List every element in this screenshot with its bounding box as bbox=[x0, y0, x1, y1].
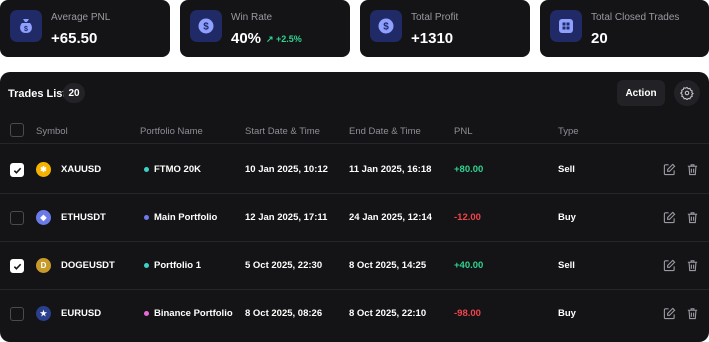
edit-icon[interactable] bbox=[661, 161, 677, 177]
start-date-cell: 10 Jan 2025, 10:12 bbox=[245, 164, 328, 175]
coin-glyph: ✱ bbox=[40, 165, 47, 174]
edit-icon[interactable] bbox=[661, 257, 677, 273]
end-date-cell: 11 Jan 2025, 16:18 bbox=[349, 164, 432, 175]
symbol-cell: XAUUSD bbox=[61, 164, 102, 175]
coin-icon: ★ bbox=[36, 306, 51, 321]
dollar-coin-icon: $ bbox=[190, 10, 222, 42]
stat-label: Average PNL bbox=[51, 12, 111, 23]
type-cell: Sell bbox=[558, 260, 575, 271]
gear-icon bbox=[680, 86, 694, 100]
trash-icon[interactable] bbox=[684, 209, 700, 225]
coin-icon: ◆ bbox=[36, 210, 51, 225]
row-checkbox[interactable] bbox=[10, 163, 24, 177]
stat-card-total-profit: $ Total Profit +1310 bbox=[360, 0, 530, 57]
table-row[interactable]: ★ EURUSD Binance Portfolio 8 Oct 2025, 08:2… bbox=[0, 290, 709, 338]
pnl-cell: -98.00 bbox=[454, 308, 481, 319]
row-checkbox[interactable] bbox=[10, 211, 24, 225]
column-header[interactable]: Portfolio Name bbox=[140, 126, 203, 137]
grid-box-icon bbox=[550, 10, 582, 42]
table-row[interactable]: ✱ XAUUSD FTMO 20K 10 Jan 2025, 10:12 11 Jan … bbox=[0, 146, 709, 194]
coin-glyph: ◆ bbox=[40, 213, 47, 222]
dollar-coin-icon: $ bbox=[370, 10, 402, 42]
end-date-cell: 24 Jan 2025, 12:14 bbox=[349, 212, 432, 223]
coin-icon: D bbox=[36, 258, 51, 273]
check-icon bbox=[13, 167, 21, 174]
select-all-checkbox[interactable] bbox=[10, 123, 24, 137]
portfolio-cell: FTMO 20K bbox=[154, 164, 201, 175]
column-header[interactable]: Symbol bbox=[36, 126, 68, 137]
edit-icon[interactable] bbox=[661, 305, 677, 321]
trash-icon[interactable] bbox=[684, 305, 700, 321]
stat-label: Total Closed Trades bbox=[591, 12, 680, 23]
stat-card-total-closed-trades: Total Closed Trades 20 bbox=[540, 0, 709, 57]
coin-glyph: ★ bbox=[39, 309, 48, 318]
table-row[interactable]: ◆ ETHUSDT Main Portfolio 12 Jan 2025, 17:11… bbox=[0, 194, 709, 242]
type-cell: Buy bbox=[558, 212, 576, 223]
stat-change: ↗ +2.5% bbox=[266, 34, 302, 44]
table-row[interactable]: D DOGEUSDT Portfolio 1 5 Oct 2025, 22:30 8 O… bbox=[0, 242, 709, 290]
row-checkbox[interactable] bbox=[10, 259, 24, 273]
column-header[interactable]: PNL bbox=[454, 126, 472, 137]
stat-value: 20 bbox=[591, 30, 608, 47]
svg-text:$: $ bbox=[24, 26, 28, 33]
start-date-cell: 5 Oct 2025, 22:30 bbox=[245, 260, 323, 271]
start-date-cell: 8 Oct 2025, 08:26 bbox=[245, 308, 323, 319]
portfolio-dot bbox=[144, 311, 149, 316]
symbol-cell: ETHUSDT bbox=[61, 212, 106, 223]
check-icon bbox=[13, 263, 21, 270]
start-date-cell: 12 Jan 2025, 17:11 bbox=[245, 212, 328, 223]
stat-value: 40% bbox=[231, 30, 262, 47]
svg-text:$: $ bbox=[203, 22, 209, 33]
stat-label: Total Profit bbox=[411, 12, 459, 23]
type-cell: Buy bbox=[558, 308, 576, 319]
portfolio-cell: Portfolio 1 bbox=[154, 260, 201, 271]
stat-label: Win Rate bbox=[231, 12, 273, 23]
pnl-cell: +40.00 bbox=[454, 260, 484, 271]
symbol-cell: DOGEUSDT bbox=[61, 260, 115, 271]
trades-panel: Trades List 20 Action Symbol Portfolio N… bbox=[0, 72, 709, 342]
trash-icon[interactable] bbox=[684, 161, 700, 177]
end-date-cell: 8 Oct 2025, 22:10 bbox=[349, 308, 427, 319]
stat-value: +65.50 bbox=[51, 30, 98, 47]
trades-title: Trades List bbox=[8, 88, 67, 100]
coin-icon: ✱ bbox=[36, 162, 51, 177]
column-header[interactable]: Type bbox=[558, 126, 579, 137]
stat-card-average-pnl: $ Average PNL +65.50 bbox=[0, 0, 170, 57]
portfolio-dot bbox=[144, 263, 149, 268]
stat-card-win-rate: $ Win Rate 40% ↗ +2.5% bbox=[180, 0, 350, 57]
stat-value: +1310 bbox=[411, 30, 454, 47]
edit-icon[interactable] bbox=[661, 209, 677, 225]
end-date-cell: 8 Oct 2025, 14:25 bbox=[349, 260, 427, 271]
money-bag-icon: $ bbox=[10, 10, 42, 42]
column-header[interactable]: Start Date & Time bbox=[245, 126, 320, 137]
row-checkbox[interactable] bbox=[10, 307, 24, 321]
portfolio-cell: Binance Portfolio bbox=[154, 308, 233, 319]
settings-button[interactable] bbox=[674, 80, 700, 106]
trash-icon[interactable] bbox=[684, 257, 700, 273]
portfolio-dot bbox=[144, 167, 149, 172]
trades-count-badge: 20 bbox=[63, 83, 85, 103]
table-header: Symbol Portfolio Name Start Date & Time … bbox=[0, 116, 709, 144]
pnl-cell: -12.00 bbox=[454, 212, 481, 223]
portfolio-cell: Main Portfolio bbox=[154, 212, 218, 223]
action-button[interactable]: Action bbox=[617, 80, 665, 106]
type-cell: Sell bbox=[558, 164, 575, 175]
column-header[interactable]: End Date & Time bbox=[349, 126, 421, 137]
coin-glyph: D bbox=[40, 261, 47, 270]
symbol-cell: EURUSD bbox=[61, 308, 102, 319]
svg-text:$: $ bbox=[383, 22, 389, 33]
pnl-cell: +80.00 bbox=[454, 164, 484, 175]
portfolio-dot bbox=[144, 215, 149, 220]
